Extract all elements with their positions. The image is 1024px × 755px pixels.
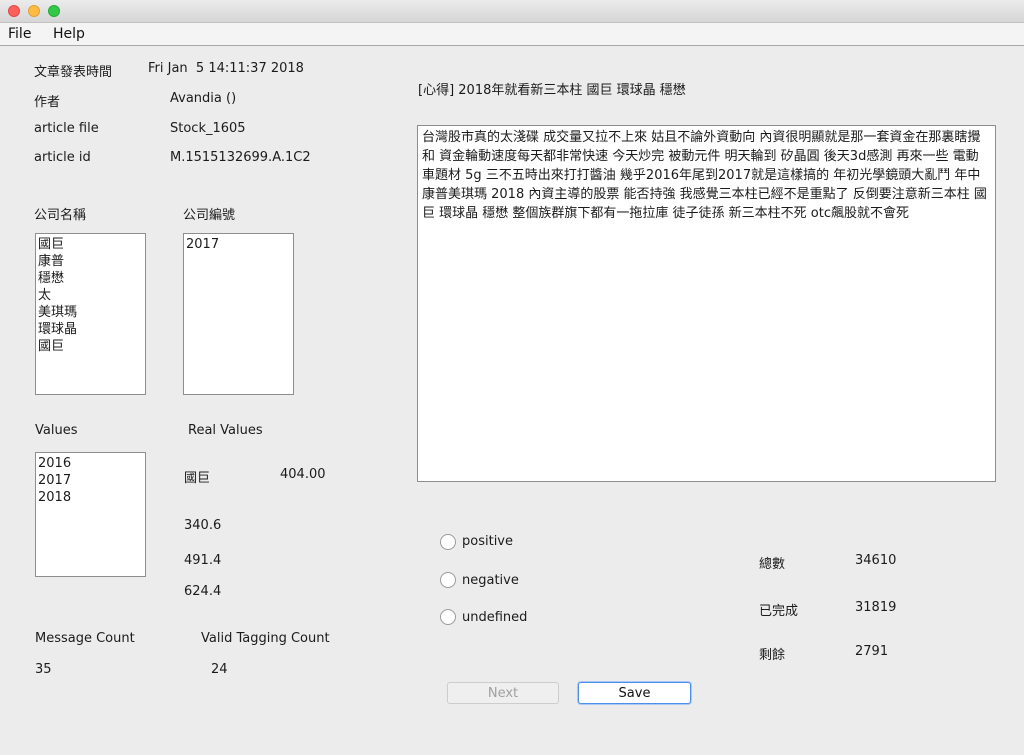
company-codes-list[interactable]: 2017 [183,233,294,395]
real-values-label: Real Values [188,423,263,438]
author-label: 作者 [34,95,61,110]
valid-tagging-count-label: Valid Tagging Count [201,631,330,646]
message-count-label: Message Count [35,631,135,646]
real-value-1: 340.6 [184,518,222,533]
list-item[interactable]: 穩懋 [38,270,143,287]
positive-radio[interactable] [440,534,456,550]
minimize-window-button[interactable] [28,5,40,17]
article-id-label: article id [34,150,91,165]
values-label: Values [35,423,78,438]
list-item[interactable]: 2017 [186,236,291,253]
real-value-3: 624.4 [184,584,222,599]
done-label: 已完成 [759,604,799,619]
article-file-label: article file [34,121,99,136]
company-names-list[interactable]: 國巨 康普 穩懋 太 美琪瑪 環球晶 國巨 [35,233,146,395]
list-item[interactable]: 美琪瑪 [38,304,143,321]
company-codes-label: 公司編號 [183,208,236,223]
negative-radio[interactable] [440,572,456,588]
maximize-window-button[interactable] [48,5,60,17]
window-title-bar [0,0,1024,23]
done-value: 31819 [855,600,897,615]
undefined-radio[interactable] [440,609,456,625]
real-values-price: 404.00 [280,467,326,482]
save-button[interactable]: Save [578,682,691,704]
real-value-2: 491.4 [184,553,222,568]
list-item[interactable]: 環球晶 [38,321,143,338]
total-label: 總數 [759,557,786,572]
menu-bar: File Help [0,23,1024,46]
negative-radio-label[interactable]: negative [462,573,519,588]
article-file-value: Stock_1605 [170,121,246,136]
menu-file[interactable]: File [8,26,31,42]
list-item[interactable]: 康普 [38,253,143,270]
remaining-value: 2791 [855,644,889,659]
message-count-value: 35 [35,662,52,677]
close-window-button[interactable] [8,5,20,17]
values-list[interactable]: 2016 2017 2018 [35,452,146,577]
undefined-radio-label[interactable]: undefined [462,610,527,625]
list-item[interactable]: 國巨 [38,338,143,355]
post-time-label: 文章發表時間 [34,65,113,80]
article-id-value: M.1515132699.A.1C2 [170,150,311,165]
post-time-value: Fri Jan 5 14:11:37 2018 [148,61,304,76]
author-value: Avandia () [170,91,237,106]
list-item[interactable]: 2017 [38,472,143,489]
article-title: [心得] 2018年就看新三本柱 國巨 環球晶 穩懋 [418,83,686,98]
remaining-label: 剩餘 [759,648,786,663]
positive-radio-label[interactable]: positive [462,534,513,549]
valid-tagging-count-value: 24 [211,662,228,677]
list-item[interactable]: 2016 [38,455,143,472]
next-button[interactable]: Next [447,682,559,704]
real-values-company: 國巨 [184,471,211,486]
company-names-label: 公司名稱 [34,208,87,223]
list-item[interactable]: 2018 [38,489,143,506]
article-body-textarea[interactable]: 台灣股市真的太淺碟 成交量又拉不上來 姑且不論外資動向 內資很明顯就是那一套資金… [417,125,996,482]
menu-help[interactable]: Help [53,26,85,42]
list-item[interactable]: 國巨 [38,236,143,253]
list-item[interactable]: 太 [38,287,143,304]
total-value: 34610 [855,553,897,568]
